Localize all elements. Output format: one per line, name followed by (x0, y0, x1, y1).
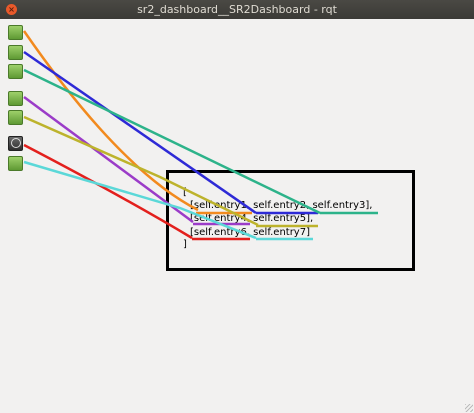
window-resize-grip[interactable] (465, 404, 473, 412)
line-green (23, 68, 321, 215)
line-cyan (23, 160, 257, 240)
annotation-lines (22, 30, 378, 241)
